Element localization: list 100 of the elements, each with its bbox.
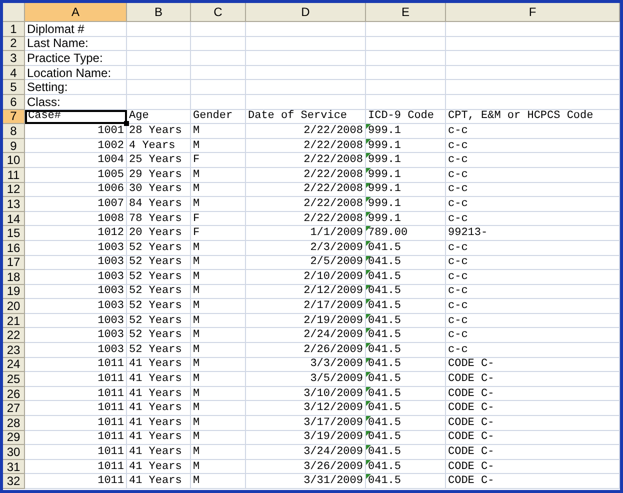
row-header[interactable]: 9 (3, 138, 25, 154)
table-cell: M (191, 474, 246, 489)
table-cell: 99213- (446, 226, 620, 241)
table-cell: 3/5/2009 (246, 372, 366, 387)
column-header[interactable]: D (246, 3, 366, 22)
table-cell: 41 Years (127, 386, 191, 402)
table-cell: 041.5 (366, 445, 446, 460)
row-header[interactable]: 1 (3, 22, 25, 37)
table-cell: 789.00 (366, 226, 446, 241)
table-cell: c-c (446, 182, 620, 198)
table-cell: 3/3/2009 (246, 358, 366, 372)
column-header[interactable]: B (127, 3, 191, 22)
column-header[interactable]: E (366, 3, 446, 22)
row-header[interactable]: 22 (3, 328, 25, 344)
row-header[interactable]: 14 (3, 212, 25, 226)
row-header[interactable]: 10 (3, 153, 25, 168)
row-header[interactable]: 18 (3, 270, 25, 285)
table-cell: 1012 (25, 226, 127, 241)
table-cell: M (191, 358, 246, 372)
row-header[interactable]: 4 (3, 66, 25, 80)
table-cell: F (191, 153, 246, 168)
table-cell: CODE C- (446, 430, 620, 446)
table-cell: M (191, 416, 246, 431)
table-cell: 041.5 (366, 284, 446, 300)
table-cell: 52 Years (127, 328, 191, 344)
table-cell: c-c (446, 270, 620, 285)
row-header[interactable]: 24 (3, 358, 25, 372)
table-cell: 999.1 (366, 212, 446, 226)
table-cell: 1008 (25, 212, 127, 226)
table-cell: c-c (446, 343, 620, 358)
row-header[interactable]: 23 (3, 343, 25, 358)
table-cell: 52 Years (127, 240, 191, 256)
table-cell: 041.5 (366, 270, 446, 285)
table-cell: 3/24/2009 (246, 445, 366, 460)
row-header[interactable]: 2 (3, 36, 25, 52)
row-header[interactable]: 15 (3, 226, 25, 241)
table-cell: 1011 (25, 386, 127, 402)
table-cell: M (191, 168, 246, 183)
table-cell: 3/10/2009 (246, 386, 366, 402)
table-cell: 1007 (25, 197, 127, 212)
table-cell: 29 Years (127, 168, 191, 183)
table-cell: 2/22/2008 (246, 138, 366, 154)
row-header[interactable]: 11 (3, 168, 25, 183)
table-cell: c-c (446, 212, 620, 226)
table-cell: 52 Years (127, 270, 191, 285)
row-header[interactable]: 19 (3, 284, 25, 300)
table-cell: 1011 (25, 416, 127, 431)
table-cell: 3/26/2009 (246, 460, 366, 474)
table-cell: M (191, 124, 246, 139)
empty-cell (191, 36, 246, 52)
table-cell: c-c (446, 284, 620, 300)
row-header[interactable]: 26 (3, 386, 25, 402)
row-header[interactable]: 32 (3, 474, 25, 489)
table-cell: CODE C- (446, 416, 620, 431)
row-header[interactable]: 30 (3, 445, 25, 460)
row-header[interactable]: 31 (3, 460, 25, 474)
table-cell: 41 Years (127, 372, 191, 387)
row-header[interactable]: 28 (3, 416, 25, 431)
row-header[interactable]: 25 (3, 372, 25, 387)
row-header[interactable]: 21 (3, 314, 25, 328)
row-header[interactable]: 16 (3, 240, 25, 256)
column-header[interactable]: F (446, 3, 620, 22)
column-header[interactable]: C (191, 3, 246, 22)
table-cell: 1002 (25, 138, 127, 154)
row-header[interactable]: 6 (3, 94, 25, 110)
table-cell: M (191, 372, 246, 387)
table-cell: Location Name: (25, 66, 127, 80)
table-cell: M (191, 138, 246, 154)
table-cell: CPT, E&M or HCPCS Code (446, 110, 620, 124)
table-cell: M (191, 240, 246, 256)
empty-cell (191, 66, 246, 80)
row-header[interactable]: 27 (3, 401, 25, 416)
table-cell: Diplomat # (25, 22, 127, 37)
row-header[interactable]: 17 (3, 256, 25, 270)
row-header[interactable]: 13 (3, 197, 25, 212)
table-cell: 1011 (25, 474, 127, 489)
table-cell: M (191, 430, 246, 446)
table-cell: 1001 (25, 124, 127, 139)
row-header[interactable]: 7 (3, 110, 25, 124)
table-cell: 41 Years (127, 445, 191, 460)
table-cell: 2/5/2009 (246, 256, 366, 270)
table-cell: M (191, 270, 246, 285)
table-cell: 999.1 (366, 153, 446, 168)
table-cell: 041.5 (366, 430, 446, 446)
row-header[interactable]: 5 (3, 80, 25, 95)
column-header[interactable]: A (25, 3, 127, 22)
table-cell: M (191, 314, 246, 328)
row-header[interactable]: 20 (3, 299, 25, 314)
select-all-button[interactable] (3, 3, 25, 22)
row-header[interactable]: 12 (3, 182, 25, 198)
row-header[interactable]: 29 (3, 430, 25, 446)
row-header[interactable]: 3 (3, 51, 25, 66)
table-cell: 41 Years (127, 474, 191, 489)
table-cell: 041.5 (366, 416, 446, 431)
table-cell: 41 Years (127, 358, 191, 372)
table-cell: 041.5 (366, 240, 446, 256)
table-cell: Gender (191, 110, 246, 124)
row-header[interactable]: 8 (3, 124, 25, 139)
table-cell: 2/22/2008 (246, 168, 366, 183)
table-cell: CODE C- (446, 401, 620, 416)
